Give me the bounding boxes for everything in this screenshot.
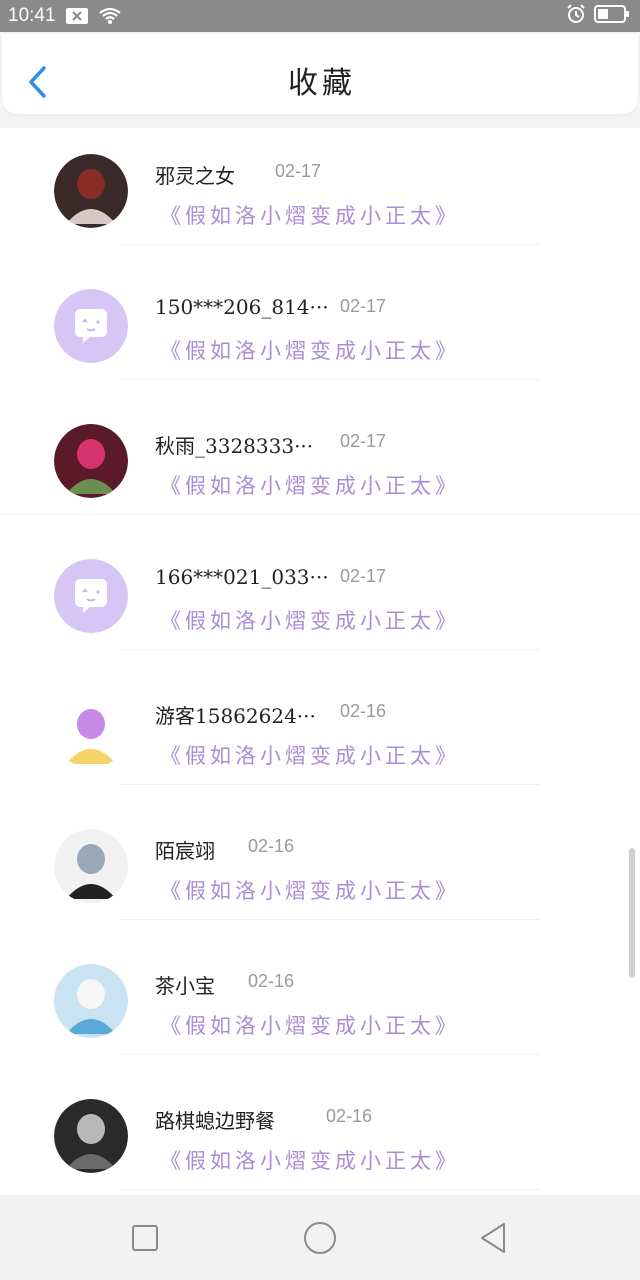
page-title: 收藏 [288, 66, 356, 101]
header: 收藏 [0, 32, 640, 128]
row-divider [120, 244, 540, 245]
user-name: 邪灵之女 [155, 164, 235, 188]
user-name: 陌宸翊 [155, 839, 215, 863]
battery-icon [594, 5, 630, 27]
list-item[interactable]: 166***021_033··· 02-17 《假如洛小熠变成小正太》 [0, 539, 640, 674]
home-button[interactable] [297, 1215, 343, 1261]
row-divider [120, 1189, 540, 1190]
favorite-date: 02-16 [248, 836, 295, 856]
avatar[interactable] [54, 694, 128, 768]
row-divider [0, 514, 640, 515]
header-card: 收藏 [2, 34, 638, 114]
favorite-title[interactable]: 《假如洛小熠变成小正太》 [160, 875, 460, 905]
user-name: 路棋螅边野餐 [155, 1109, 275, 1133]
user-name: 游客15862624··· [155, 704, 316, 728]
favorite-date: 02-17 [340, 431, 387, 451]
notification-close-icon [65, 8, 88, 24]
wifi-icon [98, 7, 122, 25]
favorite-date: 02-17 [340, 566, 387, 586]
circle-icon [304, 1222, 336, 1254]
favorite-title[interactable]: 《假如洛小熠变成小正太》 [160, 470, 460, 500]
avatar[interactable] [54, 829, 128, 903]
favorite-date: 02-16 [340, 701, 387, 721]
scrollbar[interactable] [629, 848, 635, 978]
favorite-date: 02-16 [248, 971, 295, 991]
favorites-list: 邪灵之女 02-17 《假如洛小熠变成小正太》 150***206_814··· 02-… [0, 132, 640, 1194]
back-nav-button[interactable] [470, 1215, 516, 1261]
alarm-icon [566, 4, 586, 28]
avatar[interactable] [54, 1099, 128, 1173]
list-item[interactable]: 150***206_814··· 02-17 《假如洛小熠变成小正太》 [0, 269, 640, 404]
triangle-back-icon [481, 1223, 505, 1253]
list-item[interactable]: 路棋螅边野餐 02-16 《假如洛小熠变成小正太》 [0, 1079, 640, 1194]
navigation-bar [0, 1195, 640, 1280]
avatar[interactable] [54, 289, 128, 363]
avatar[interactable] [54, 559, 128, 633]
list-item[interactable]: 秋雨_3328333··· 02-17 《假如洛小熠变成小正太》 [0, 404, 640, 539]
favorite-title[interactable]: 《假如洛小熠变成小正太》 [160, 1010, 460, 1040]
favorite-date: 02-17 [275, 161, 322, 181]
avatar[interactable] [54, 154, 128, 228]
favorite-date: 02-16 [326, 1106, 373, 1126]
favorite-title[interactable]: 《假如洛小熠变成小正太》 [160, 1145, 460, 1175]
recent-apps-button[interactable] [122, 1215, 168, 1261]
row-divider [120, 1054, 540, 1055]
user-name: 秋雨_3328333··· [155, 434, 314, 458]
list-item[interactable]: 茶小宝 02-16 《假如洛小熠变成小正太》 [0, 944, 640, 1079]
list-item[interactable]: 邪灵之女 02-17 《假如洛小熠变成小正太》 [0, 134, 640, 269]
square-icon [132, 1225, 158, 1251]
list-item[interactable]: 陌宸翊 02-16 《假如洛小熠变成小正太》 [0, 809, 640, 944]
user-name: 166***021_033··· [155, 565, 329, 589]
favorite-title[interactable]: 《假如洛小熠变成小正太》 [160, 605, 460, 635]
status-bar: 10:41 [0, 0, 640, 32]
favorite-date: 02-17 [340, 296, 387, 316]
status-time: 10:41 [8, 5, 56, 26]
favorite-title[interactable]: 《假如洛小熠变成小正太》 [160, 200, 460, 230]
user-name: 茶小宝 [155, 974, 215, 998]
row-divider [120, 784, 540, 785]
row-divider [120, 649, 540, 650]
row-divider [120, 919, 540, 920]
favorite-title[interactable]: 《假如洛小熠变成小正太》 [160, 335, 460, 365]
user-name: 150***206_814··· [155, 295, 329, 319]
favorite-title[interactable]: 《假如洛小熠变成小正太》 [160, 740, 460, 770]
avatar[interactable] [54, 964, 128, 1038]
row-divider [120, 379, 540, 380]
avatar[interactable] [54, 424, 128, 498]
list-item[interactable]: 游客15862624··· 02-16 《假如洛小熠变成小正太》 [0, 674, 640, 809]
